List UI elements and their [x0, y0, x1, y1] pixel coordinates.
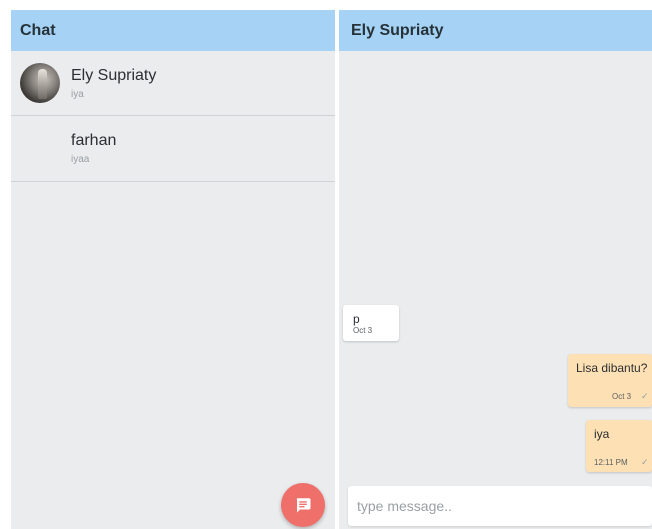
- message-time: 12:11 PM: [594, 458, 628, 467]
- chat-list-header: Chat: [11, 10, 335, 51]
- check-icon: ✓: [641, 457, 649, 467]
- message-composer: [348, 486, 652, 526]
- chat-name: farhan: [71, 132, 117, 149]
- chat-list-panel: Chat Ely Supriaty iya farhan iyaa: [11, 10, 335, 529]
- message-time: Oct 3: [353, 326, 373, 335]
- message-icon: [296, 498, 311, 513]
- chat-list-item[interactable]: farhan iyaa: [11, 117, 335, 182]
- conversation-panel: Ely Supriaty p Oct 3 Lisa dibantu? Oct 3…: [339, 10, 652, 529]
- new-chat-button[interactable]: [281, 483, 325, 527]
- message-time: Oct 3: [612, 392, 632, 401]
- chat-list-title: Chat: [20, 22, 56, 39]
- chat-preview: iyaa: [71, 154, 90, 165]
- message-text: iya: [594, 427, 610, 441]
- message-bubble-outgoing: Lisa dibantu? Oct 3 ✓: [568, 354, 652, 407]
- chat-name: Ely Supriaty: [71, 67, 157, 84]
- message-input[interactable]: [357, 496, 647, 516]
- message-text: p: [353, 312, 360, 326]
- message-text: Lisa dibantu?: [576, 361, 648, 375]
- message-bubble-outgoing: iya 12:11 PM ✓: [586, 420, 652, 472]
- conversation-title: Ely Supriaty: [351, 22, 444, 39]
- avatar: [20, 63, 60, 103]
- conversation-header: Ely Supriaty: [339, 10, 652, 51]
- message-bubble-incoming: p Oct 3: [343, 305, 399, 341]
- chat-preview: iya: [71, 89, 84, 100]
- chat-list-item[interactable]: Ely Supriaty iya: [11, 51, 335, 116]
- check-icon: ✓: [641, 391, 649, 401]
